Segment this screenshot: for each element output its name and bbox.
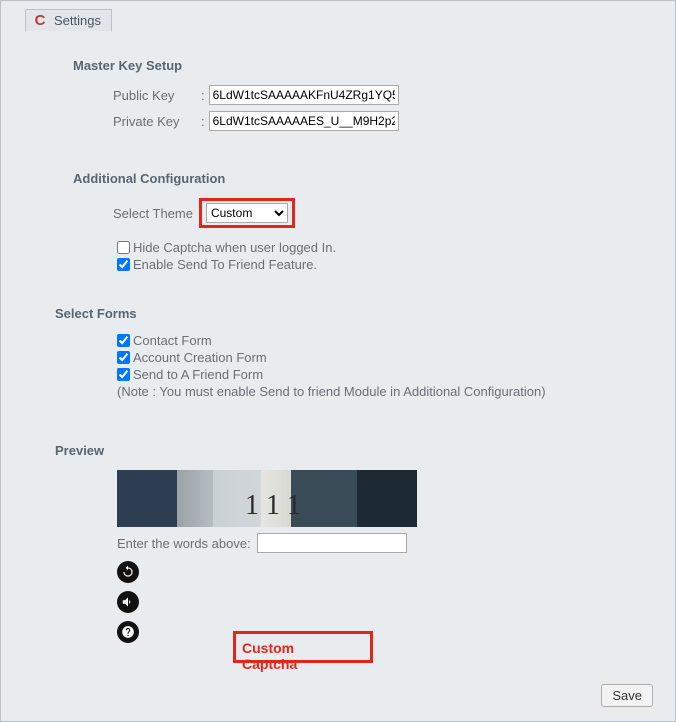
public-key-row: Public Key : — [113, 85, 663, 105]
hide-captcha-checkbox[interactable] — [117, 241, 130, 254]
captcha-c-icon: C — [32, 12, 48, 28]
master-key-title: Master Key Setup — [73, 58, 663, 73]
preview-block: 111 Enter the words above: — [117, 470, 663, 643]
theme-highlight-box: Custom — [199, 198, 295, 228]
form-account-checkbox[interactable] — [117, 351, 130, 364]
private-key-label: Private Key — [113, 114, 199, 129]
colon: : — [201, 88, 205, 103]
custom-captcha-callout: Custom Captcha — [233, 631, 373, 663]
theme-select[interactable]: Custom — [206, 203, 288, 223]
enter-words-label: Enter the words above: — [117, 536, 251, 551]
tab-label: Settings — [54, 13, 101, 28]
colon: : — [201, 114, 205, 129]
hide-captcha-row: Hide Captcha when user logged In. — [117, 240, 663, 255]
form-contact-checkbox[interactable] — [117, 334, 130, 347]
save-button[interactable]: Save — [601, 684, 653, 707]
captcha-text: 111 — [245, 490, 309, 522]
form-sendfriend-checkbox[interactable] — [117, 368, 130, 381]
forms-note: (Note : You must enable Send to friend M… — [117, 384, 663, 399]
reload-icon[interactable] — [117, 561, 139, 583]
form-contact-label: Contact Form — [133, 333, 212, 348]
form-account-label: Account Creation Form — [133, 350, 267, 365]
tab-settings[interactable]: C Settings — [25, 9, 112, 32]
form-sendfriend-row: Send to A Friend Form — [117, 367, 663, 382]
form-sendfriend-label: Send to A Friend Form — [133, 367, 263, 382]
select-theme-row: Select Theme Custom — [113, 198, 663, 228]
enable-send-label: Enable Send To Friend Feature. — [133, 257, 317, 272]
private-key-row: Private Key : — [113, 111, 663, 131]
enable-send-checkbox[interactable] — [117, 258, 130, 271]
select-theme-label: Select Theme — [113, 206, 193, 221]
form-contact-row: Contact Form — [117, 333, 663, 348]
captcha-answer-input[interactable] — [257, 533, 407, 553]
additional-config-title: Additional Configuration — [73, 171, 663, 186]
select-forms-title: Select Forms — [55, 306, 663, 321]
hide-captcha-label: Hide Captcha when user logged In. — [133, 240, 336, 255]
help-icon[interactable] — [117, 621, 139, 643]
audio-icon[interactable] — [117, 591, 139, 613]
captcha-image: 111 — [117, 470, 417, 527]
form-account-row: Account Creation Form — [117, 350, 663, 365]
enable-send-row: Enable Send To Friend Feature. — [117, 257, 663, 272]
captcha-controls — [117, 561, 663, 643]
callout-text: Custom Captcha — [242, 640, 352, 672]
enter-words-row: Enter the words above: — [117, 533, 663, 553]
public-key-input[interactable] — [209, 85, 399, 105]
preview-title: Preview — [55, 443, 663, 458]
settings-panel: C Settings Master Key Setup Public Key :… — [0, 0, 676, 722]
private-key-input[interactable] — [209, 111, 399, 131]
public-key-label: Public Key — [113, 88, 199, 103]
